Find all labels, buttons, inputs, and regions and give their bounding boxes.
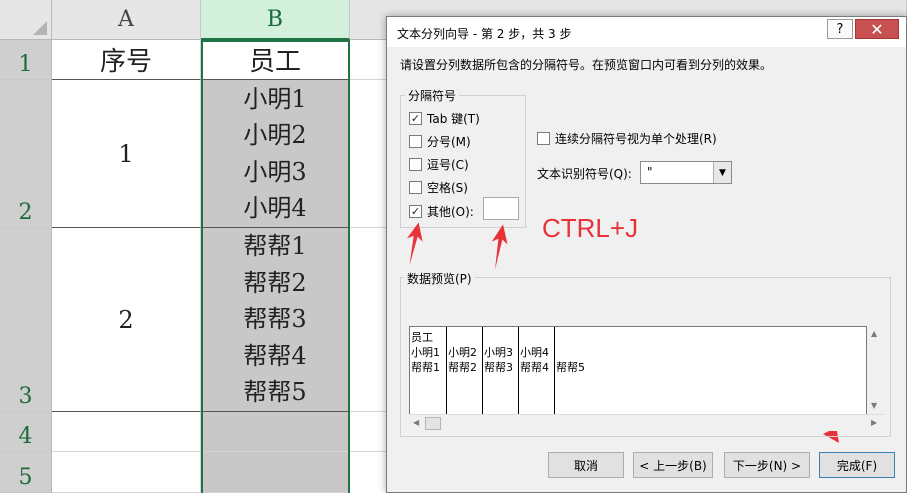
preview-column[interactable]: 小明4 帮帮4 (519, 327, 555, 414)
finish-button[interactable]: 完成(F) (819, 452, 895, 478)
cell-a5[interactable] (52, 452, 201, 493)
cell-line: 小明1 (243, 84, 307, 113)
scroll-down-icon[interactable]: ▼ (871, 401, 877, 410)
preview-cell: 帮帮5 (556, 361, 585, 374)
back-button[interactable]: < 上一步(B) (633, 452, 713, 478)
cell-a2[interactable]: 1 (52, 80, 201, 228)
text-qualifier-value: " (647, 165, 653, 179)
preview-cell: 小明4 (520, 346, 549, 359)
preview-horizontal-scrollbar[interactable]: ◀ ▶ (409, 414, 884, 431)
comma-checkbox[interactable] (409, 158, 422, 171)
comma-checkbox-label: 逗号(C) (427, 158, 469, 172)
cell-a1[interactable]: 序号 (52, 40, 201, 80)
preview-cell: 小明1 (411, 346, 440, 359)
cell-b2[interactable]: 小明1 小明2 小明3 小明4 (201, 80, 350, 228)
help-button[interactable]: ? (827, 19, 853, 39)
row-header-3[interactable]: 3 (0, 228, 52, 412)
preview-cell: 帮帮1 (411, 361, 440, 374)
space-checkbox[interactable] (409, 181, 422, 194)
row-header-1[interactable]: 1 (0, 40, 52, 80)
semicolon-checkbox-row[interactable]: 分号(M) (409, 133, 471, 150)
row-header-5[interactable]: 5 (0, 452, 52, 493)
preview-column[interactable]: 小明3 帮帮3 (483, 327, 519, 414)
scrollbar-thumb[interactable] (425, 417, 441, 430)
other-checkbox-row[interactable]: ✓ 其他(O): (409, 203, 474, 220)
scroll-right-icon[interactable]: ▶ (871, 418, 877, 427)
tab-checkbox-label: Tab 键(T) (427, 112, 480, 126)
row-header-2[interactable]: 2 (0, 80, 52, 228)
column-header-b[interactable]: B (201, 0, 350, 40)
semicolon-checkbox[interactable] (409, 135, 422, 148)
cell-line: 小明4 (243, 194, 307, 222)
consecutive-checkbox[interactable] (537, 132, 550, 145)
tab-checkbox[interactable]: ✓ (409, 112, 422, 125)
select-all-corner[interactable] (0, 0, 52, 40)
dialog-description: 请设置分列数据所包含的分隔符号。在预览窗口内可看到分列的效果。 (400, 58, 773, 72)
cell-b4[interactable] (201, 412, 350, 452)
cell-c2[interactable] (350, 80, 390, 228)
dialog-title: 文本分列向导 - 第 2 步，共 3 步 (397, 27, 572, 41)
red-arrow-icon (407, 222, 423, 266)
annotation-text: CTRL+J (542, 213, 639, 243)
preview-cell: 小明2 (448, 346, 477, 359)
other-checkbox-label: 其他(O): (427, 205, 474, 219)
cell-b3[interactable]: 帮帮1 帮帮2 帮帮3 帮帮4 帮帮5 (201, 228, 350, 412)
cell-c4[interactable] (350, 412, 390, 452)
cancel-button[interactable]: 取消 (548, 452, 624, 478)
cell-c3[interactable] (350, 228, 390, 412)
preview-cell: 帮帮3 (484, 361, 513, 374)
space-checkbox-row[interactable]: 空格(S) (409, 179, 468, 196)
preview-cell: 员工 (411, 331, 433, 344)
cell-a4[interactable] (52, 412, 201, 452)
preview-cell: 帮帮2 (448, 361, 477, 374)
cell-line: 帮帮2 (243, 268, 307, 297)
preview-cell (555, 345, 615, 360)
tab-checkbox-row[interactable]: ✓ Tab 键(T) (409, 110, 480, 127)
cell-line: 帮帮3 (243, 305, 307, 334)
text-qualifier-select[interactable]: " ▼ (640, 161, 732, 184)
column-header-a[interactable]: A (52, 0, 201, 40)
scroll-left-icon[interactable]: ◀ (413, 418, 419, 427)
cell-line: 帮帮1 (243, 232, 307, 261)
other-checkbox[interactable]: ✓ (409, 205, 422, 218)
space-checkbox-label: 空格(S) (427, 181, 468, 195)
consecutive-checkbox-label: 连续分隔符号视为单个处理(R) (555, 132, 717, 146)
preview-cell: 小明3 (484, 346, 513, 359)
comma-checkbox-row[interactable]: 逗号(C) (409, 156, 469, 173)
delimiter-group-label: 分隔符号 (405, 87, 460, 104)
dialog-titlebar[interactable]: 文本分列向导 - 第 2 步，共 3 步 ? ✕ (387, 17, 906, 47)
data-preview[interactable]: 员工 小明1 帮帮1 小明2 帮帮2 小明3 帮帮3 小明4 帮帮4 帮帮5 (409, 326, 867, 414)
preview-cell (483, 330, 518, 345)
preview-cell (447, 330, 482, 345)
cell-line: 小明2 (243, 121, 307, 149)
text-to-columns-dialog: 文本分列向导 - 第 2 步，共 3 步 ? ✕ 请设置分列数据所包含的分隔符号… (386, 16, 907, 493)
row-header-4[interactable]: 4 (0, 412, 52, 452)
text-qualifier-label: 文本识别符号(Q): (537, 167, 632, 181)
scroll-up-icon[interactable]: ▲ (871, 329, 877, 338)
other-delimiter-input[interactable] (483, 197, 519, 220)
cell-c1[interactable] (350, 40, 390, 80)
cell-b5[interactable] (201, 452, 350, 493)
red-arrow-icon (491, 224, 508, 270)
preview-cell (555, 330, 615, 345)
preview-cell (519, 330, 554, 345)
preview-column[interactable]: 帮帮5 (555, 327, 615, 414)
next-button[interactable]: 下一步(N) > (724, 452, 810, 478)
cell-a3[interactable]: 2 (52, 228, 201, 412)
cell-line: 帮帮4 (243, 341, 307, 370)
preview-cell: 帮帮4 (520, 361, 549, 374)
semicolon-checkbox-label: 分号(M) (427, 135, 471, 149)
consecutive-checkbox-row[interactable]: 连续分隔符号视为单个处理(R) (537, 130, 717, 147)
preview-column[interactable]: 小明2 帮帮2 (447, 327, 483, 414)
preview-vertical-scrollbar[interactable]: ▲ ▼ (867, 326, 884, 414)
preview-label: 数据预览(P) (404, 270, 475, 287)
chevron-down-icon[interactable]: ▼ (713, 162, 731, 183)
cell-b1[interactable]: 员工 (201, 40, 350, 80)
preview-column[interactable]: 员工 小明1 帮帮1 (410, 327, 447, 414)
close-button[interactable]: ✕ (855, 19, 899, 39)
cell-line: 小明3 (243, 157, 307, 186)
cell-line: 帮帮5 (243, 378, 307, 407)
